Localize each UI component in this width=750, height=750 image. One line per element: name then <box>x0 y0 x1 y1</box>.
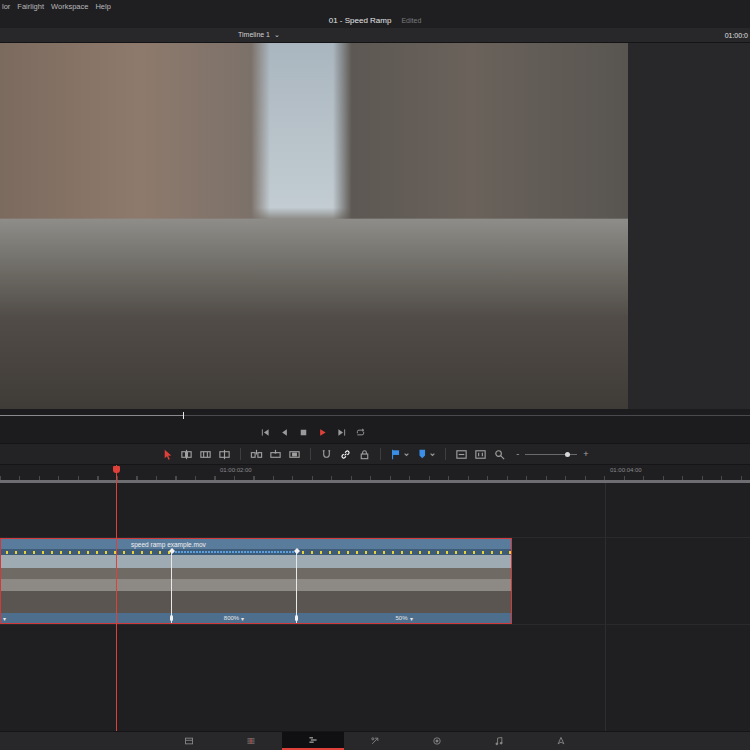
scrubber-handle[interactable] <box>183 412 184 419</box>
deliver-page-icon[interactable] <box>530 732 592 750</box>
speed-value[interactable]: 800% <box>224 615 239 621</box>
flag-icon[interactable] <box>390 448 410 461</box>
play-icon[interactable] <box>317 427 328 438</box>
menu-item[interactable]: lor <box>2 2 10 11</box>
empty-track-area <box>0 624 750 731</box>
zoom-out-button[interactable]: - <box>516 449 519 459</box>
custom-icon[interactable] <box>493 448 506 461</box>
cut-page-icon[interactable] <box>220 732 282 750</box>
side-panel <box>628 43 750 409</box>
speed-transition-handle[interactable] <box>295 615 298 621</box>
fairlight-page-icon[interactable] <box>468 732 530 750</box>
marker-icon[interactable] <box>416 448 436 461</box>
speed-dropdown[interactable]: ▾ <box>410 615 413 622</box>
speed-value[interactable]: 50% <box>395 615 407 621</box>
viewer <box>0 43 750 409</box>
loop-icon[interactable] <box>355 427 366 438</box>
toolbar-divider <box>380 448 381 460</box>
zoom-slider[interactable] <box>525 454 577 455</box>
timeline: 01:00:02:00 01:00:04:00 speed ramp example… <box>0 465 750 731</box>
project-status: Edited <box>401 17 421 24</box>
toolbar-divider <box>310 448 311 460</box>
transport-controls <box>0 421 750 443</box>
menu-item[interactable]: Fairlight <box>17 2 44 11</box>
speed-control[interactable]: 800%▾ <box>172 613 296 623</box>
clip-thumbnails <box>297 555 511 613</box>
timeline-clip[interactable]: speed ramp example.mov▾800%▾50%▾ <box>0 538 512 624</box>
lock-icon[interactable] <box>358 448 371 461</box>
menu-item[interactable]: Help <box>95 2 110 11</box>
playhead-handle[interactable] <box>113 466 120 473</box>
speed-transition-handle[interactable] <box>170 615 173 621</box>
speed-control[interactable]: ▾ <box>1 613 171 623</box>
edit-toolbar: -+ <box>0 443 750 465</box>
clip-thumbnails <box>1 555 171 613</box>
toolbar-divider <box>445 448 446 460</box>
video-track: speed ramp example.mov▾800%▾50%▾ <box>0 538 750 624</box>
scrubber[interactable] <box>0 409 750 421</box>
blade-icon[interactable] <box>218 448 231 461</box>
timeline-bar: Timeline 1 ⌄ 01:00:0 <box>0 28 750 43</box>
speed-segment[interactable]: ▾ <box>1 549 171 623</box>
media-page-icon[interactable] <box>158 732 220 750</box>
title-bar: 01 - Speed Ramp Edited <box>0 12 750 28</box>
video-frame <box>0 43 628 409</box>
stop-icon[interactable] <box>298 427 309 438</box>
replace-icon[interactable] <box>288 448 301 461</box>
timecode-box: 01:00:0 <box>628 32 750 39</box>
clip-name: speed ramp example.mov <box>131 541 206 548</box>
timeline-selector[interactable]: Timeline 1 ⌄ <box>0 31 628 39</box>
toolbar-divider <box>240 448 241 460</box>
speed-segments: ▾800%▾50%▾ <box>1 549 511 623</box>
fusion-page-icon[interactable] <box>344 732 406 750</box>
speed-dropdown[interactable]: ▾ <box>3 615 6 622</box>
select-icon[interactable] <box>161 448 174 461</box>
snap-icon[interactable] <box>320 448 333 461</box>
zoom-control: -+ <box>516 449 588 459</box>
page-bar <box>0 731 750 750</box>
ruler-timecode: 01:00:02:00 <box>220 467 252 473</box>
timecode: 01:00:0 <box>725 32 748 39</box>
speed-segment[interactable]: 800%▾ <box>171 549 296 623</box>
menu-bar: lor Fairlight Workspace Help <box>0 0 750 12</box>
tracks: speed ramp example.mov▾800%▾50%▾ <box>0 480 750 731</box>
zoom-handle[interactable] <box>565 452 570 457</box>
clip-header: speed ramp example.mov <box>1 539 511 549</box>
speed-dropdown[interactable]: ▾ <box>241 615 244 622</box>
scrubber-track[interactable] <box>0 415 750 416</box>
zoom-in-button[interactable]: + <box>583 449 588 459</box>
fit-icon[interactable] <box>455 448 468 461</box>
project-title: 01 - Speed Ramp <box>329 16 392 25</box>
link-icon[interactable] <box>339 448 352 461</box>
dynamic-icon[interactable] <box>199 448 212 461</box>
ruler-timecode: 01:00:04:00 <box>610 467 642 473</box>
trim-icon[interactable] <box>180 448 193 461</box>
timeline-dropdown[interactable]: ⌄ <box>274 31 280 39</box>
color-page-icon[interactable] <box>406 732 468 750</box>
detail-icon[interactable] <box>474 448 487 461</box>
reverse-icon[interactable] <box>279 427 290 438</box>
timeline-name[interactable]: Timeline 1 <box>238 31 270 39</box>
speed-control[interactable]: 50%▾ <box>297 613 511 623</box>
insert-icon[interactable] <box>250 448 263 461</box>
video-track <box>0 483 750 538</box>
scrubber-fill <box>0 415 183 416</box>
first-icon[interactable] <box>260 427 271 438</box>
speed-segment[interactable]: 50%▾ <box>296 549 511 623</box>
playhead[interactable] <box>116 465 117 731</box>
last-icon[interactable] <box>336 427 347 438</box>
clip-thumbnails <box>172 555 296 613</box>
edit-page-icon[interactable] <box>282 732 344 750</box>
menu-item[interactable]: Workspace <box>51 2 88 11</box>
overwrite-icon[interactable] <box>269 448 282 461</box>
